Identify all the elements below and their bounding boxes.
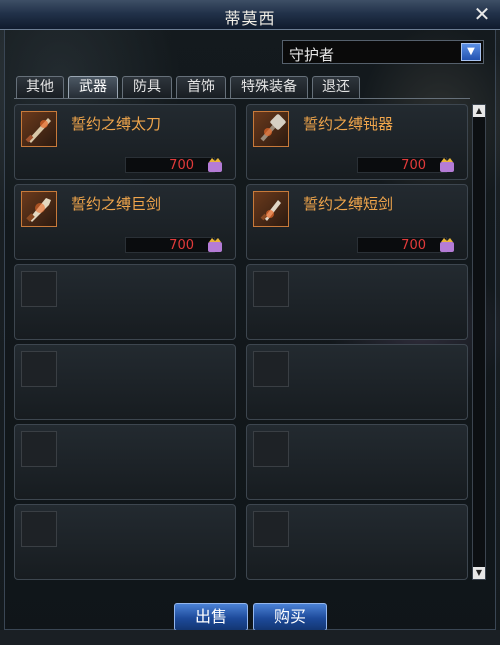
item-slot[interactable]: 誓约之缚巨剑 700	[14, 184, 236, 260]
item-slot[interactable]: 誓约之缚短剑 700	[246, 184, 468, 260]
scroll-up-icon[interactable]: ▲	[473, 105, 485, 117]
sell-button[interactable]: 出售	[174, 603, 248, 631]
window-title: 蒂莫西	[224, 9, 276, 28]
item-price: 700	[169, 238, 194, 253]
currency-icon	[440, 238, 454, 252]
empty-icon-slot	[253, 351, 289, 387]
empty-icon-slot	[253, 271, 289, 307]
empty-item-slot[interactable]	[246, 504, 468, 580]
item-name: 誓约之缚钝器	[303, 115, 394, 133]
tab-divider	[14, 98, 470, 99]
empty-item-slot[interactable]	[246, 424, 468, 500]
tab-armor[interactable]: 防具	[122, 76, 172, 98]
scroll-down-icon[interactable]: ▼	[473, 567, 485, 579]
empty-item-slot[interactable]	[14, 344, 236, 420]
currency-icon	[208, 238, 222, 252]
chevron-down-icon[interactable]: ▼	[461, 43, 481, 61]
currency-icon	[208, 158, 222, 172]
window-titlebar[interactable]: 蒂莫西 ✕	[0, 0, 500, 30]
tab-weapon[interactable]: 武器	[68, 76, 118, 98]
tab-accessory[interactable]: 首饰	[176, 76, 226, 98]
empty-icon-slot	[21, 511, 57, 547]
bottom-toolbar-strip	[0, 630, 500, 645]
tab-special-equipment[interactable]: 特殊装备	[230, 76, 308, 98]
item-price: 700	[401, 158, 426, 173]
class-filter-value: 守护者	[289, 46, 335, 64]
empty-icon-slot	[253, 431, 289, 467]
katana-icon[interactable]	[21, 111, 57, 147]
greatsword-icon[interactable]	[21, 191, 57, 227]
item-name: 誓约之缚太刀	[71, 115, 162, 133]
shortsword-icon[interactable]	[253, 191, 289, 227]
item-price: 700	[169, 158, 194, 173]
empty-item-slot[interactable]	[14, 504, 236, 580]
tab-other[interactable]: 其他	[16, 76, 64, 98]
price-bar: 700	[125, 157, 222, 173]
empty-icon-slot	[21, 431, 57, 467]
empty-icon-slot	[21, 271, 57, 307]
empty-item-slot[interactable]	[14, 424, 236, 500]
price-bar: 700	[357, 237, 454, 253]
item-name: 誓约之缚巨剑	[71, 195, 162, 213]
tab-refund[interactable]: 退还	[312, 76, 360, 98]
empty-item-slot[interactable]	[246, 264, 468, 340]
scrollbar[interactable]: ▲ ▼	[472, 104, 486, 580]
item-slot[interactable]: 誓约之缚太刀 700	[14, 104, 236, 180]
blunt-weapon-icon[interactable]	[253, 111, 289, 147]
item-name: 誓约之缚短剑	[303, 195, 394, 213]
item-slot[interactable]: 誓约之缚钝器 700	[246, 104, 468, 180]
buy-button[interactable]: 购买	[253, 603, 327, 631]
empty-icon-slot	[21, 351, 57, 387]
item-price: 700	[401, 238, 426, 253]
empty-item-slot[interactable]	[246, 344, 468, 420]
price-bar: 700	[125, 237, 222, 253]
empty-icon-slot	[253, 511, 289, 547]
empty-item-slot[interactable]	[14, 264, 236, 340]
price-bar: 700	[357, 157, 454, 173]
close-icon[interactable]: ✕	[472, 4, 492, 24]
currency-icon	[440, 158, 454, 172]
class-filter-dropdown[interactable]: 守护者 ▼	[282, 40, 484, 64]
